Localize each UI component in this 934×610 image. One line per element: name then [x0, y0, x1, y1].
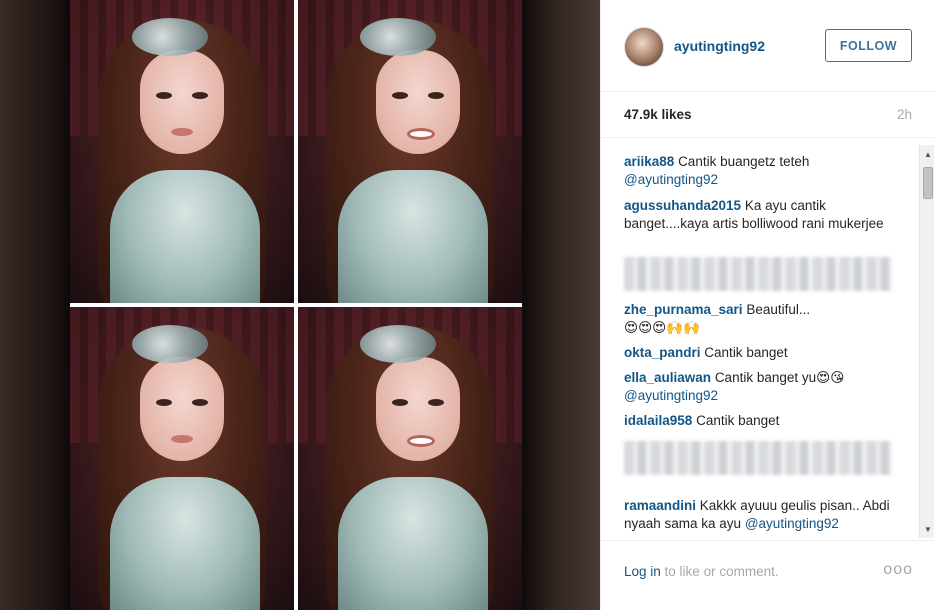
comment-emoji: 😍😍😍🙌🙌: [624, 320, 700, 335]
photo-background-left: [0, 0, 70, 610]
post-time[interactable]: 2h: [897, 107, 912, 122]
eye: [428, 399, 444, 406]
post-footer: Log in to like or comment. ooo: [601, 540, 934, 610]
comment-username[interactable]: zhe_purnama_sari: [624, 302, 743, 317]
blurred-comment: [624, 257, 892, 291]
post-side-panel: ayutingting92 FOLLOW 47.9k likes 2h arii…: [600, 0, 934, 610]
comment-item: agussuhanda2015 Ka ayu cantik banget....…: [624, 197, 904, 233]
ellipsis-icon[interactable]: ooo: [883, 561, 913, 579]
eye: [156, 92, 172, 99]
comment-item: okta_pandri Cantik banget: [624, 344, 904, 362]
smile: [407, 128, 435, 140]
headpiece: [132, 325, 208, 363]
blurred-comment: [624, 441, 892, 475]
photo-background-right: [522, 0, 600, 610]
comment-mention[interactable]: @ayutingting92: [745, 516, 839, 531]
comment-item: zhe_purnama_sari Beautiful... 😍😍😍🙌🙌: [624, 301, 904, 337]
comment-username[interactable]: ariika88: [624, 154, 674, 169]
eye: [428, 92, 444, 99]
headpiece: [360, 325, 436, 363]
comment-username[interactable]: ella_auliawan: [624, 370, 711, 385]
comment-item: ariika88 Cantik buangetz teteh @ayutingt…: [624, 153, 904, 189]
collage-tile-bottom-right: [298, 307, 522, 610]
face: [140, 50, 224, 154]
scrollbar-thumb[interactable]: [923, 167, 933, 199]
arrow-up-icon[interactable]: ▲: [921, 147, 934, 161]
collage-tile-top-right: [298, 0, 522, 303]
comment-username[interactable]: ramaandini: [624, 498, 696, 513]
comments-scrollbar[interactable]: ▲ ▼: [919, 145, 934, 538]
post-header: ayutingting92 FOLLOW: [601, 0, 934, 92]
headpiece: [360, 18, 436, 56]
lips: [171, 128, 193, 136]
username-link[interactable]: ayutingting92: [674, 38, 765, 54]
likes-count[interactable]: 47.9k likes: [624, 107, 692, 122]
comment-item: ramaandini Kakkk ayuuu geulis pisan.. Ab…: [624, 497, 904, 533]
comment-item: idalaila958 Cantik banget: [624, 412, 904, 430]
comment-mention[interactable]: @ayutingting92: [624, 172, 718, 187]
eye: [192, 399, 208, 406]
comment-mention[interactable]: @ayutingting92: [624, 388, 718, 403]
smile: [407, 435, 435, 447]
collage-tile-bottom-left: [70, 307, 294, 610]
avatar[interactable]: [624, 27, 664, 67]
post-photo[interactable]: [0, 0, 600, 610]
comment-text: Cantik banget: [696, 413, 780, 428]
comment-text: Cantik banget yu😍😘: [714, 370, 845, 385]
comment-username[interactable]: okta_pandri: [624, 345, 701, 360]
eye: [156, 399, 172, 406]
eye: [392, 399, 408, 406]
login-prompt-text: to like or comment.: [660, 564, 779, 579]
lips: [171, 435, 193, 443]
collage-tile-top-left: [70, 0, 294, 303]
comment-text: Cantik buangetz teteh: [678, 154, 810, 169]
comment-text: Cantik banget: [704, 345, 788, 360]
comment-text: Beautiful...: [746, 302, 811, 317]
follow-button[interactable]: FOLLOW: [825, 29, 912, 62]
face: [140, 357, 224, 461]
arrow-down-icon[interactable]: ▼: [921, 522, 934, 536]
eye: [192, 92, 208, 99]
dress: [110, 170, 260, 303]
dress: [110, 477, 260, 610]
dress: [338, 477, 488, 610]
eye: [392, 92, 408, 99]
dress: [338, 170, 488, 303]
comments-list[interactable]: ariika88 Cantik buangetz teteh @ayutingt…: [601, 145, 934, 538]
comment-username[interactable]: agussuhanda2015: [624, 198, 741, 213]
comment-username[interactable]: idalaila958: [624, 413, 692, 428]
login-prompt: Log in to like or comment.: [624, 564, 779, 579]
comment-item: ella_auliawan Cantik banget yu😍😘 @ayutin…: [624, 369, 904, 405]
headpiece: [132, 18, 208, 56]
photo-collage: [70, 0, 522, 610]
login-link[interactable]: Log in: [624, 564, 661, 579]
post-stats: 47.9k likes 2h: [601, 92, 934, 138]
